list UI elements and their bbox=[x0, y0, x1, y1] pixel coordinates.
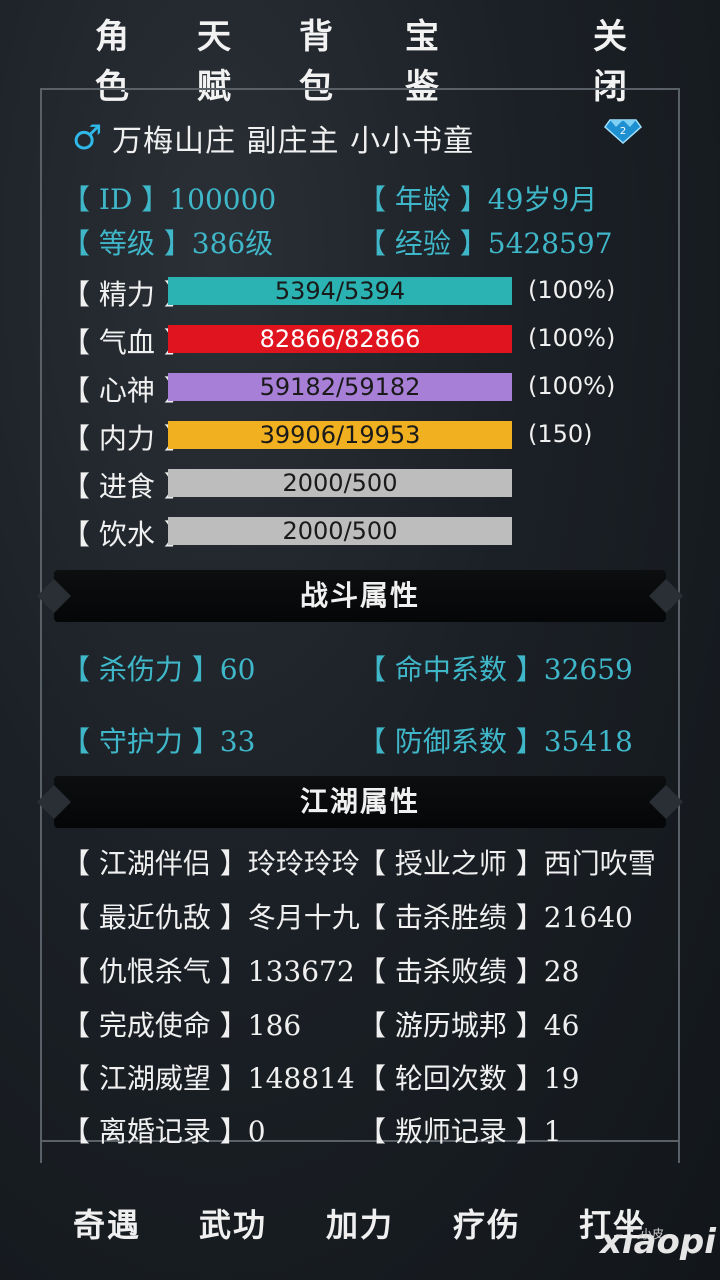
player-id: 【 ID 】100000 bbox=[62, 183, 277, 216]
player-exp: 【 经验 】5428597 bbox=[358, 227, 613, 260]
stat-bar: 5394/5394 bbox=[168, 277, 512, 305]
male-icon: ♂ bbox=[72, 118, 103, 158]
jianghu-stat: 【 江湖伴侣 】玲玲玲玲 bbox=[62, 847, 360, 880]
stat-guard: 【 守护力 】33 bbox=[62, 725, 256, 758]
stat-bar-value: 5394/5394 bbox=[274, 277, 406, 305]
jianghu-stat: 【 仇恨杀气 】133672 bbox=[62, 955, 355, 988]
heal-button[interactable]: 疗伤 bbox=[442, 1190, 532, 1260]
boost-button[interactable]: 加力 bbox=[315, 1190, 405, 1260]
jianghu-stat: 【 最近仇敌 】冬月十九 bbox=[62, 901, 360, 934]
adventure-button[interactable]: 奇遇 bbox=[62, 1190, 152, 1260]
jianghu-stat: 【 击杀胜绩 】21640 bbox=[358, 901, 633, 934]
watermark-small: 小皮 bbox=[640, 1227, 665, 1241]
martial-arts-button[interactable]: 武功 bbox=[188, 1190, 278, 1260]
stat-bar: 2000/500 bbox=[168, 517, 512, 545]
stat-bar: 59182/59182 bbox=[168, 373, 512, 401]
stat-percent: (100%) bbox=[528, 324, 616, 352]
jianghu-stat: 【 击杀败绩 】28 bbox=[358, 955, 580, 988]
tab-bag[interactable]: 背包 bbox=[282, 12, 352, 107]
frame-divider-top bbox=[40, 88, 680, 90]
character-title: 万梅山庄 副庄主 小小书童 bbox=[112, 124, 475, 159]
stat-bar: 82866/82866 bbox=[168, 325, 512, 353]
stat-kill: 【 杀伤力 】60 bbox=[62, 653, 256, 686]
stat-percent: (100%) bbox=[528, 372, 616, 400]
jianghu-stat: 【 游历城邦 】46 bbox=[358, 1009, 580, 1042]
vip-diamond-icon[interactable]: 2 bbox=[604, 118, 642, 144]
stat-bar-value: 39906/19953 bbox=[259, 421, 421, 449]
jianghu-stat: 【 离婚记录 】0 bbox=[62, 1115, 266, 1148]
jianghu-stat: 【 江湖威望 】148814 bbox=[62, 1062, 355, 1095]
player-age: 【 年龄 】49岁9月 bbox=[358, 183, 598, 216]
tab-character[interactable]: 角色 bbox=[78, 12, 148, 107]
jianghu-stat: 【 授业之师 】西门吹雪 bbox=[358, 847, 656, 880]
section-jianghu: 江湖属性 bbox=[54, 776, 666, 828]
jianghu-stat: 【 轮回次数 】19 bbox=[358, 1062, 580, 1095]
stat-percent: (150) bbox=[528, 420, 593, 448]
stat-bar-value: 2000/500 bbox=[282, 517, 398, 545]
jianghu-stat: 【 叛师记录 】1 bbox=[358, 1115, 562, 1148]
tab-talent[interactable]: 天赋 bbox=[180, 12, 250, 107]
stat-bar: 2000/500 bbox=[168, 469, 512, 497]
section-battle: 战斗属性 bbox=[54, 570, 666, 622]
player-level: 【 等级 】386级 bbox=[62, 227, 274, 260]
close-button[interactable]: 关闭 bbox=[576, 12, 646, 107]
stat-bar: 39906/19953 bbox=[168, 421, 512, 449]
character-screen: 角色 天赋 背包 宝鉴 关闭 ♂ 万梅山庄 副庄主 小小书童 2 【 ID 】1… bbox=[0, 0, 720, 1280]
tab-treasure[interactable]: 宝鉴 bbox=[388, 12, 458, 107]
stat-defense: 【 防御系数 】35418 bbox=[358, 725, 633, 758]
stat-bar-value: 82866/82866 bbox=[259, 325, 421, 353]
top-nav: 角色 天赋 背包 宝鉴 关闭 bbox=[0, 0, 720, 107]
svg-text:2: 2 bbox=[620, 126, 626, 137]
stat-percent: (100%) bbox=[528, 276, 616, 304]
stat-bar-value: 59182/59182 bbox=[259, 373, 421, 401]
stat-hit: 【 命中系数 】32659 bbox=[358, 653, 633, 686]
jianghu-stat: 【 完成使命 】186 bbox=[62, 1009, 302, 1042]
stat-bar-value: 2000/500 bbox=[282, 469, 398, 497]
